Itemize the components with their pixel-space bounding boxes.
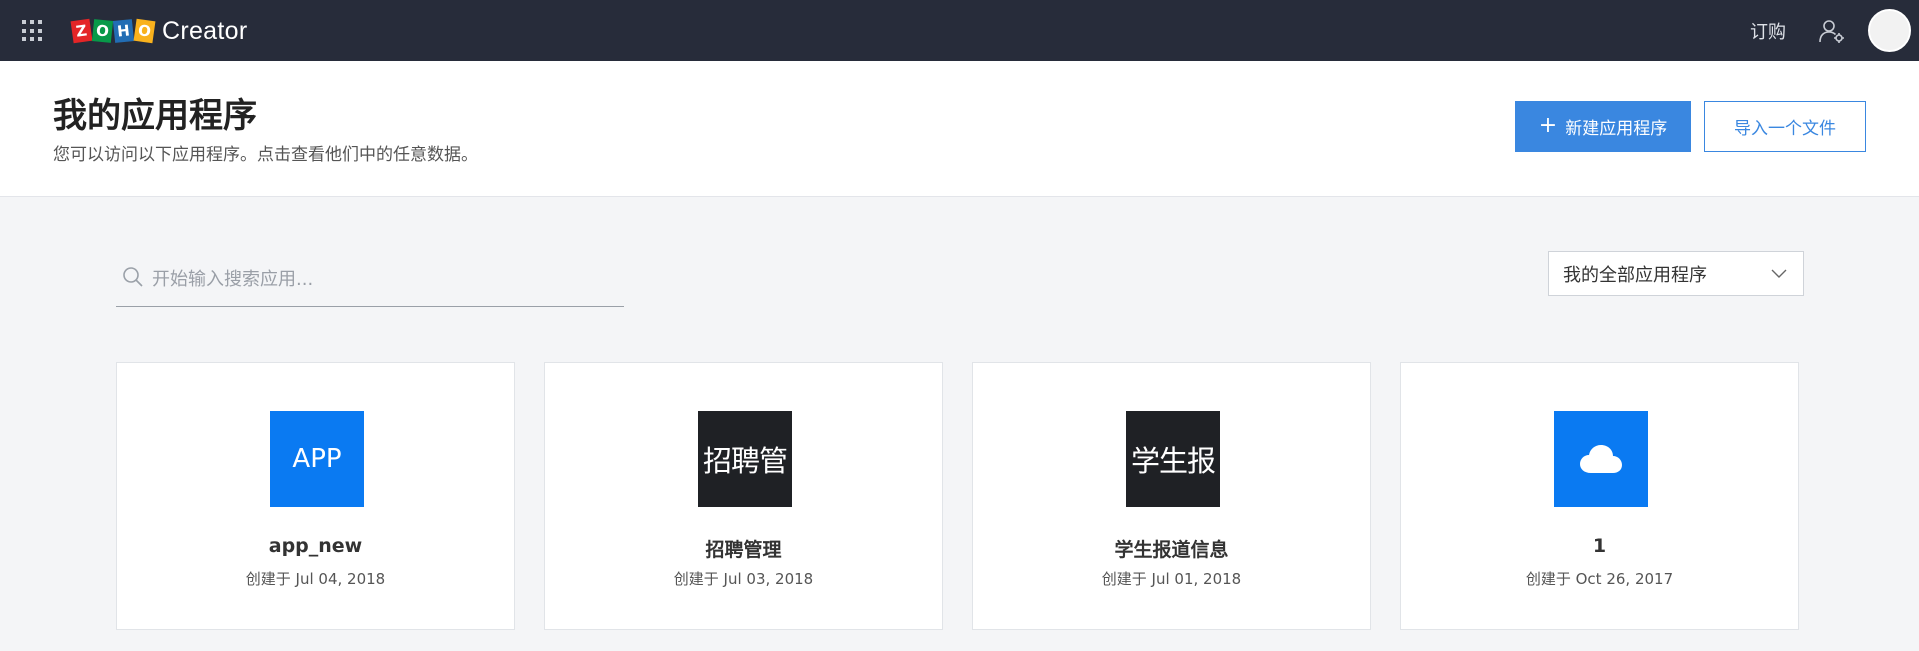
app-created-date: 创建于 Jul 04, 2018	[245, 570, 386, 588]
app-created-date: 创建于 Jul 01, 2018	[1101, 570, 1242, 588]
user-avatar[interactable]	[1868, 9, 1911, 52]
app-card-student-registration[interactable]: 学生报 学生报道信息 创建于 Jul 01, 2018	[972, 362, 1371, 630]
app-name[interactable]: 1	[1401, 535, 1798, 557]
app-created-date: 创建于 Oct 26, 2017	[1525, 570, 1674, 588]
logo-letter-z: Z	[70, 18, 93, 44]
app-name[interactable]: 学生报道信息	[973, 535, 1370, 562]
app-filter-dropdown[interactable]: 我的全部应用程序	[1548, 251, 1804, 296]
subscribe-link[interactable]: 订购	[1750, 18, 1786, 44]
app-icon-text: 学生报	[1130, 444, 1216, 478]
search-input[interactable]	[152, 262, 612, 296]
app-icon: APP	[270, 411, 364, 507]
app-icon-text: APP	[292, 444, 342, 474]
new-app-label: 新建应用程序	[1565, 119, 1668, 139]
logo-letter-o2: O	[133, 18, 156, 44]
app-name[interactable]: 招聘管理	[545, 535, 942, 562]
app-grid-icon[interactable]	[22, 20, 44, 42]
search-box	[116, 256, 624, 307]
search-icon	[123, 267, 143, 287]
app-created-date: 创建于 Jul 03, 2018	[673, 570, 814, 588]
chevron-down-icon	[1771, 269, 1787, 278]
app-icon-text: 招聘管	[702, 444, 788, 478]
plus-icon: +	[1538, 112, 1558, 138]
avatar-placeholder-icon	[1870, 11, 1909, 50]
page-subtitle: 您可以访问以下应用程序。点击查看他们中的任意数据。	[53, 145, 478, 165]
app-icon	[1554, 411, 1648, 507]
app-icon: 招聘管	[698, 411, 792, 507]
app-card-1[interactable]: 1 创建于 Oct 26, 2017	[1400, 362, 1799, 630]
logo-letter-h: H	[112, 19, 135, 43]
app-icon: 学生报	[1126, 411, 1220, 507]
user-settings-icon[interactable]	[1818, 17, 1846, 45]
import-file-button[interactable]: 导入一个文件	[1704, 101, 1866, 152]
app-card-recruitment[interactable]: 招聘管 招聘管理 创建于 Jul 03, 2018	[544, 362, 943, 630]
zoho-logo-letters: Z O H O	[70, 18, 156, 44]
app-card-app-new[interactable]: APP app_new 创建于 Jul 04, 2018	[116, 362, 515, 630]
page-header: 我的应用程序 您可以访问以下应用程序。点击查看他们中的任意数据。 + 新建应用程…	[0, 61, 1919, 197]
logo-letter-o: O	[91, 19, 114, 43]
new-app-button[interactable]: + 新建应用程序	[1515, 101, 1691, 152]
top-navbar: Z O H O Creator 订购	[0, 0, 1919, 61]
page-title: 我的应用程序	[53, 96, 257, 136]
app-filter-selected: 我的全部应用程序	[1563, 264, 1707, 286]
zoho-creator-logo[interactable]: Z O H O Creator	[70, 14, 248, 48]
cloud-icon	[1580, 445, 1622, 473]
product-name: Creator	[162, 16, 248, 45]
app-name[interactable]: app_new	[117, 535, 514, 557]
